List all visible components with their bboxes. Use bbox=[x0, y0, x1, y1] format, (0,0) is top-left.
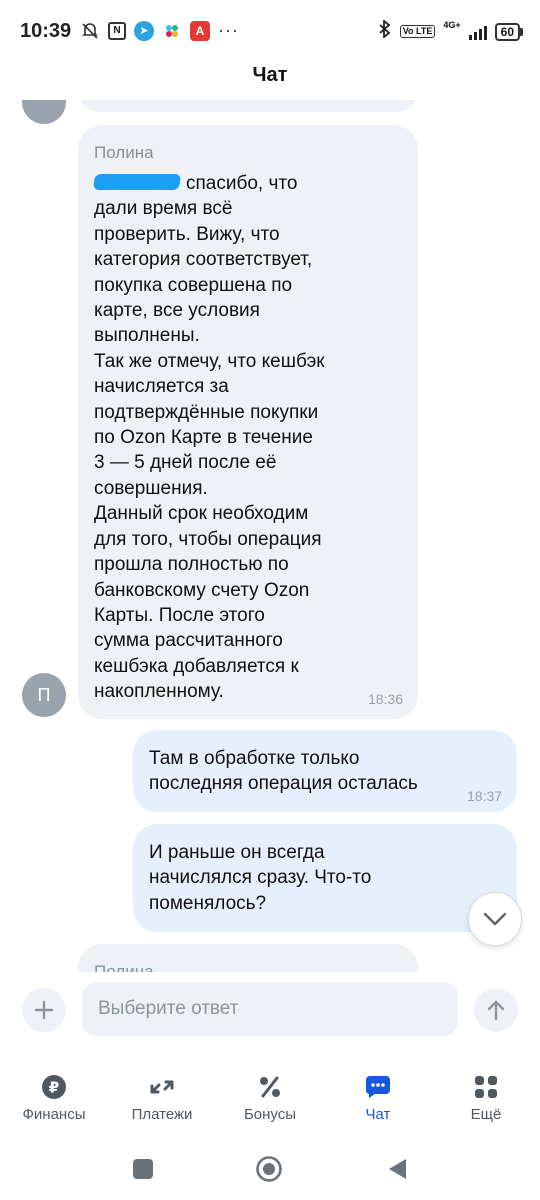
slack-icon bbox=[162, 21, 182, 41]
message-bubble-outgoing[interactable]: Там в обработке только последняя операци… bbox=[133, 730, 517, 812]
message-text-first-line: спасибо, что bbox=[186, 173, 298, 194]
nav-item-chat[interactable]: Чат bbox=[324, 1060, 432, 1140]
nav-item-bonuses[interactable]: Бонусы bbox=[216, 1060, 324, 1140]
back-button[interactable] bbox=[382, 1154, 412, 1184]
message-sender: Полина bbox=[94, 962, 154, 972]
network-type: 4G+ bbox=[443, 20, 461, 30]
chevron-down-icon bbox=[483, 912, 507, 926]
reply-input[interactable] bbox=[82, 982, 458, 1036]
nav-label: Финансы bbox=[22, 1106, 86, 1123]
percent-icon bbox=[255, 1072, 285, 1102]
nav-label: Платежи bbox=[131, 1106, 193, 1123]
grid-icon bbox=[471, 1072, 501, 1102]
message-text: спасибо, что дали время всё проверить. В… bbox=[92, 171, 412, 705]
message-text-body: дали время всё проверить. Вижу, что кате… bbox=[94, 198, 325, 703]
avatar-letter: П bbox=[37, 684, 51, 705]
home-button[interactable] bbox=[254, 1154, 284, 1184]
message-text: Там в обработке только последняя операци… bbox=[149, 748, 418, 795]
nav-item-payments[interactable]: Платежи bbox=[108, 1060, 216, 1140]
back-icon bbox=[389, 1159, 406, 1179]
bottom-navigation: ₽ Финансы Платежи Бонусы Чат Ещё bbox=[0, 1060, 540, 1140]
plus-icon bbox=[34, 1000, 54, 1020]
message-time: 18:36 bbox=[368, 691, 404, 707]
transfer-arrows-icon bbox=[147, 1072, 177, 1102]
ruble-icon: ₽ bbox=[39, 1072, 69, 1102]
volte-icon: Vo LTE bbox=[399, 25, 436, 38]
system-navigation bbox=[0, 1140, 540, 1200]
chat-messages[interactable]: Полина спасибо, что дали время всё прове… bbox=[0, 100, 540, 972]
add-button[interactable] bbox=[22, 988, 66, 1032]
telegram-icon: ➤ bbox=[134, 20, 154, 41]
message-bubble-incoming[interactable]: Полина bbox=[78, 944, 418, 972]
message-bubble-partial[interactable] bbox=[78, 100, 418, 112]
battery-level: 60 bbox=[500, 24, 514, 39]
status-bar: 10:39 N ➤ А ··· Vo LTE 4G+ 60 bbox=[0, 0, 540, 64]
nav-label: Чат bbox=[365, 1106, 391, 1123]
recents-icon bbox=[133, 1159, 153, 1179]
more-notifications-icon: ··· bbox=[218, 20, 239, 40]
nfc-icon: N bbox=[108, 21, 126, 40]
mute-icon bbox=[80, 21, 100, 41]
nav-item-more[interactable]: Ещё bbox=[432, 1060, 540, 1140]
status-time: 10:39 bbox=[20, 20, 72, 42]
notification-icons: N ➤ А ··· bbox=[80, 20, 239, 41]
page-title: Чат bbox=[252, 64, 288, 86]
avito-icon: А bbox=[190, 20, 210, 41]
svg-text:₽: ₽ bbox=[49, 1079, 59, 1097]
reply-composer bbox=[0, 972, 540, 1048]
message-sender: Полина bbox=[94, 143, 154, 162]
send-button[interactable] bbox=[474, 988, 518, 1032]
message-text: И раньше он всегда начислялся сразу. Что… bbox=[149, 842, 372, 914]
bluetooth-icon bbox=[378, 19, 392, 43]
scroll-to-bottom-button[interactable] bbox=[468, 892, 522, 946]
home-icon bbox=[256, 1156, 282, 1182]
message-bubble-incoming[interactable]: Полина спасибо, что дали время всё прове… bbox=[78, 125, 418, 719]
message-time: 18:37 bbox=[467, 788, 503, 804]
signal-icon bbox=[468, 24, 487, 40]
system-status-icons: Vo LTE 4G+ 60 bbox=[378, 19, 524, 43]
recents-button[interactable] bbox=[128, 1154, 158, 1184]
avatar[interactable]: П bbox=[22, 673, 66, 717]
battery-icon: 60 bbox=[494, 22, 524, 41]
message-bubble-outgoing[interactable]: И раньше он всегда начислялся сразу. Что… bbox=[133, 824, 517, 932]
redacted-name bbox=[92, 174, 182, 190]
nav-item-finance[interactable]: ₽ Финансы bbox=[0, 1060, 108, 1140]
nav-label: Ещё bbox=[470, 1106, 502, 1123]
avatar-partial bbox=[22, 100, 66, 124]
chat-icon bbox=[363, 1072, 393, 1102]
nav-label: Бонусы bbox=[243, 1106, 297, 1123]
arrow-up-icon bbox=[487, 1000, 505, 1021]
